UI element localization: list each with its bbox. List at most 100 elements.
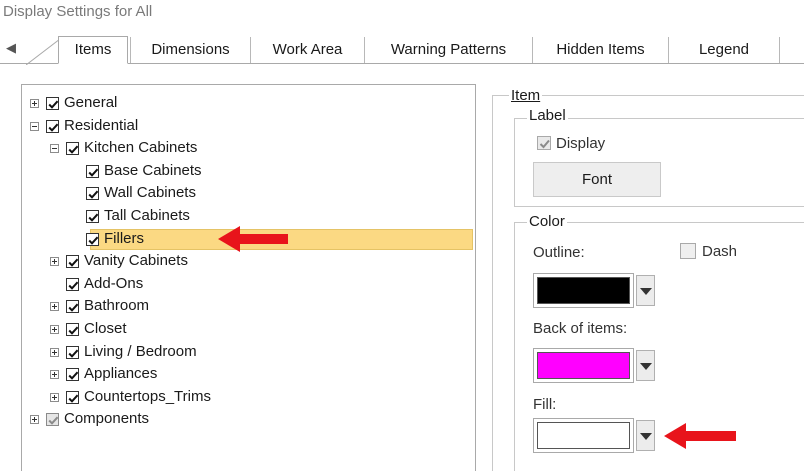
back-of-items-label: Back of items: — [533, 320, 628, 337]
tree-item[interactable]: Living / Bedroom — [22, 342, 475, 364]
tree-item-checkbox[interactable] — [66, 255, 79, 269]
expand-plus-icon[interactable] — [50, 257, 59, 267]
tree-item[interactable]: Add-Ons — [22, 274, 475, 296]
checkmark-icon — [88, 168, 99, 177]
fill-color-picker[interactable] — [533, 418, 657, 453]
checkmark-icon — [539, 139, 550, 149]
collapse-minus-icon[interactable] — [30, 121, 39, 131]
fill-label: Fill: — [533, 396, 557, 413]
tab-dimensions[interactable]: Dimensions — [130, 37, 250, 63]
expand-plus-icon[interactable] — [50, 347, 59, 357]
tree-item-checkbox[interactable] — [66, 323, 79, 336]
tab-hidden-items[interactable]: Hidden Items — [532, 37, 668, 63]
fill-color-frame — [533, 418, 634, 453]
tree-item-checkbox[interactable] — [86, 164, 99, 178]
checkmark-icon — [68, 303, 79, 313]
tree-item-checkbox[interactable] — [46, 413, 59, 427]
checkmark-icon — [68, 258, 79, 267]
tree-item-label: Residential — [64, 116, 139, 134]
checkmark-icon — [88, 213, 99, 222]
checkmark-icon — [88, 236, 99, 245]
expand-plus-icon[interactable] — [50, 392, 59, 402]
expand-plus-icon[interactable] — [30, 415, 39, 425]
tree-item-label: Bathroom — [84, 297, 150, 315]
checkmark-icon — [68, 281, 79, 290]
outline-color-frame — [533, 273, 634, 308]
tree-item-label: Living / Bedroom — [84, 342, 197, 360]
fill-dropdown-icon[interactable] — [636, 420, 655, 451]
color-group-title: Color — [527, 213, 567, 230]
checkmark-icon — [68, 371, 79, 380]
tree-item-checkbox[interactable] — [66, 390, 79, 404]
expand-plus-icon[interactable] — [50, 325, 59, 334]
display-checkbox[interactable] — [537, 136, 551, 150]
tree-item[interactable]: Bathroom — [22, 296, 475, 318]
label-group-title: Label — [527, 107, 568, 124]
tree-item[interactable]: Components — [22, 409, 475, 431]
tree-item-label: Vanity Cabinets — [84, 252, 188, 270]
item-group-title: Item — [509, 87, 543, 104]
tree-item-checkbox[interactable] — [66, 277, 79, 291]
checkmark-icon — [88, 190, 99, 200]
back-of-items-color-swatch — [537, 352, 630, 379]
tree-item[interactable]: Residential — [22, 116, 475, 138]
outline-color-swatch — [537, 277, 630, 304]
tab-strip: ◀ Items Dimensions Work Area Warning Pat… — [0, 33, 804, 66]
tab-warning-patterns[interactable]: Warning Patterns — [364, 37, 532, 63]
tree-item[interactable]: Vanity Cabinets — [22, 251, 475, 273]
collapse-minus-icon[interactable] — [50, 144, 59, 154]
tab-items[interactable]: Items — [58, 36, 128, 64]
expand-plus-icon[interactable] — [50, 302, 59, 312]
tree-item-label: General — [64, 94, 118, 111]
tree-view[interactable]: General Residential Kitchen Cabinets Base C… — [21, 84, 476, 471]
tree-item-label: Countertops_Trims — [84, 387, 211, 405]
tree-item-label: Closet — [84, 320, 127, 337]
tree-item-label: Tall Cabinets — [104, 207, 190, 224]
tab-scroll-left-icon[interactable]: ◀ — [4, 37, 18, 59]
tree-item[interactable]: Appliances — [22, 364, 475, 386]
tree-item-checkbox[interactable] — [66, 345, 79, 359]
expand-plus-icon[interactable] — [30, 99, 39, 108]
tree-item-label: Wall Cabinets — [104, 184, 196, 202]
tree-item-checkbox[interactable] — [86, 187, 99, 201]
back-of-items-dropdown-icon[interactable] — [636, 350, 655, 381]
tree-item-label: Fillers — [104, 229, 144, 247]
tree-item[interactable]: Countertops_Trims — [22, 387, 475, 409]
checkmark-icon — [48, 416, 59, 426]
tree-item-checkbox[interactable] — [86, 210, 99, 223]
tree-item[interactable]: Closet — [22, 319, 475, 341]
outline-dropdown-icon[interactable] — [636, 275, 655, 306]
outline-label: Outline: — [533, 244, 585, 261]
tree-item[interactable]: Wall Cabinets — [22, 183, 475, 205]
checkmark-icon — [68, 145, 79, 154]
checkmark-icon — [68, 326, 79, 335]
red-arrow-fill-icon — [664, 423, 736, 449]
checkmark-icon — [68, 394, 79, 403]
fill-color-swatch — [537, 422, 630, 449]
back-of-items-color-picker[interactable] — [533, 348, 657, 383]
expand-plus-icon[interactable] — [50, 370, 59, 380]
tree-item-label: Add-Ons — [84, 274, 144, 292]
red-arrow-fillers-icon — [218, 226, 288, 252]
dash-label: Dash — [702, 243, 738, 260]
tree-item-checkbox[interactable] — [66, 300, 79, 314]
tree-item[interactable]: Kitchen Cabinets — [22, 138, 475, 160]
tree-item-checkbox[interactable] — [86, 232, 99, 246]
tree-item-checkbox[interactable] — [46, 119, 59, 133]
tree-item[interactable]: Base Cabinets — [22, 161, 475, 183]
outline-color-picker[interactable] — [533, 273, 657, 308]
back-color-frame — [533, 348, 634, 383]
tree-item-checkbox[interactable] — [66, 142, 79, 156]
checkmark-icon — [48, 123, 59, 132]
font-button[interactable]: Font — [533, 162, 661, 197]
tab-legend[interactable]: Legend — [668, 37, 780, 63]
tree-item-checkbox[interactable] — [66, 368, 79, 382]
dash-checkbox[interactable] — [680, 243, 696, 259]
window-title: Display Settings for All — [3, 3, 153, 20]
tab-work-area[interactable]: Work Area — [250, 37, 364, 63]
tree-item-label: Base Cabinets — [104, 161, 202, 179]
tree-item-checkbox[interactable] — [46, 97, 59, 110]
display-label: Display — [556, 135, 606, 152]
tree-item-label: Components — [64, 410, 150, 428]
tree-item[interactable]: General — [22, 93, 475, 115]
